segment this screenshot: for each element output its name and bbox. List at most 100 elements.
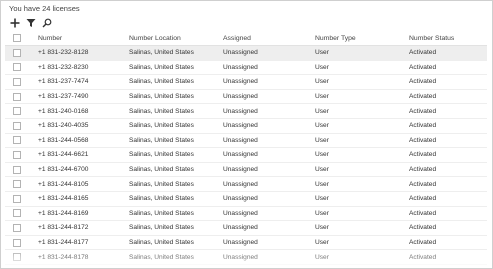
cell-assigned: Unassigned: [223, 151, 258, 159]
cell-number-type: User: [315, 107, 329, 115]
cell-location: Salinas, United States: [129, 93, 194, 101]
add-button[interactable]: [9, 17, 21, 29]
cell-number-type: User: [315, 239, 329, 247]
row-checkbox[interactable]: [13, 223, 21, 232]
row-checkbox[interactable]: [13, 209, 21, 218]
cell-number-type: User: [315, 151, 329, 159]
cell-number[interactable]: +1 831-244-8165: [38, 192, 88, 206]
cell-number-type: User: [315, 122, 329, 130]
cell-assigned: Unassigned: [223, 239, 258, 247]
cell-number[interactable]: +1 831-244-6621: [38, 148, 88, 162]
cell-location: Salinas, United States: [129, 180, 194, 188]
table-row[interactable]: +1 831-232-8230 Salinas, United States Una…: [5, 61, 487, 76]
cell-number-status: Activated: [409, 209, 437, 217]
cell-location: Salinas, United States: [129, 107, 194, 115]
cell-number-type: User: [315, 209, 329, 217]
cell-assigned: Unassigned: [223, 180, 258, 188]
table-row[interactable]: +1 831-232-8128 Salinas, United States Una…: [5, 46, 487, 61]
table-row[interactable]: +1 831-240-4035 Salinas, United States Una…: [5, 119, 487, 134]
row-checkbox[interactable]: [13, 253, 21, 262]
table-row[interactable]: +1 831-237-7490 Salinas, United States Una…: [5, 90, 487, 105]
license-panel: You have 24 licenses Number Number Locat…: [0, 0, 493, 269]
cell-number-type: User: [315, 180, 329, 188]
cell-number-type: User: [315, 78, 329, 86]
row-checkbox[interactable]: [13, 77, 21, 86]
row-checkbox[interactable]: [13, 48, 21, 57]
cell-assigned: Unassigned: [223, 224, 258, 232]
cell-number[interactable]: +1 831-240-0168: [38, 104, 88, 118]
cell-location: Salinas, United States: [129, 122, 194, 130]
cell-location: Salinas, United States: [129, 224, 194, 232]
table-row[interactable]: +1 831-244-8165 Salinas, United States Una…: [5, 192, 487, 207]
cell-assigned: Unassigned: [223, 49, 258, 57]
row-checkbox[interactable]: [13, 63, 21, 72]
header-number[interactable]: Number: [38, 31, 62, 45]
row-checkbox[interactable]: [13, 92, 21, 101]
table-row[interactable]: +1 831-237-7474 Salinas, United States Una…: [5, 75, 487, 90]
cell-assigned: Unassigned: [223, 253, 258, 261]
cell-assigned: Unassigned: [223, 136, 258, 144]
cell-number[interactable]: +1 831-244-8105: [38, 177, 88, 191]
cell-location: Salinas, United States: [129, 253, 194, 261]
cell-location: Salinas, United States: [129, 49, 194, 57]
cell-number[interactable]: +1 831-244-6700: [38, 163, 88, 177]
add-icon: [10, 18, 20, 28]
cell-assigned: Unassigned: [223, 122, 258, 130]
license-count-text: You have 24 licenses: [9, 4, 80, 13]
cell-number[interactable]: +1 831-232-8128: [38, 46, 88, 60]
cell-number-status: Activated: [409, 136, 437, 144]
row-checkbox[interactable]: [13, 165, 21, 174]
cell-number-type: User: [315, 166, 329, 174]
row-checkbox[interactable]: [13, 121, 21, 130]
table-row[interactable]: +1 831-244-6700 Salinas, United States Una…: [5, 163, 487, 178]
cell-number[interactable]: +1 831-244-8178: [38, 250, 88, 264]
cell-number[interactable]: +1 831-244-0568: [38, 134, 88, 148]
cell-location: Salinas, United States: [129, 209, 194, 217]
table-row[interactable]: +1 831-244-8172 Salinas, United States Una…: [5, 221, 487, 236]
table-row[interactable]: +1 831-244-6621 Salinas, United States Una…: [5, 148, 487, 163]
cell-location: Salinas, United States: [129, 195, 194, 203]
row-checkbox[interactable]: [13, 136, 21, 145]
table-row[interactable]: +1 831-244-8177 Salinas, United States Una…: [5, 236, 487, 251]
cell-assigned: Unassigned: [223, 93, 258, 101]
row-checkbox[interactable]: [13, 238, 21, 247]
row-checkbox[interactable]: [13, 180, 21, 189]
header-number-type[interactable]: Number Type: [315, 31, 356, 45]
cell-number-status: Activated: [409, 224, 437, 232]
table-row[interactable]: +1 831-240-0168 Salinas, United States Una…: [5, 104, 487, 119]
cell-location: Salinas, United States: [129, 78, 194, 86]
header-assigned[interactable]: Assigned: [223, 31, 251, 45]
row-checkbox[interactable]: [13, 107, 21, 116]
header-number-status[interactable]: Number Status: [409, 31, 454, 45]
cell-number[interactable]: +1 831-244-8177: [38, 236, 88, 250]
cell-location: Salinas, United States: [129, 136, 194, 144]
cell-assigned: Unassigned: [223, 78, 258, 86]
cell-number-type: User: [315, 224, 329, 232]
filter-button[interactable]: [25, 17, 37, 29]
cell-number-status: Activated: [409, 166, 437, 174]
cell-number-status: Activated: [409, 151, 437, 159]
table-row[interactable]: +1 831-244-8169 Salinas, United States Una…: [5, 207, 487, 222]
table-row[interactable]: +1 831-244-0568 Salinas, United States Una…: [5, 134, 487, 149]
table-row[interactable]: +1 831-244-8105 Salinas, United States Una…: [5, 177, 487, 192]
row-checkbox[interactable]: [13, 150, 21, 159]
cell-number-status: Activated: [409, 63, 437, 71]
cell-number[interactable]: +1 831-244-8172: [38, 221, 88, 235]
cell-location: Salinas, United States: [129, 151, 194, 159]
cell-number[interactable]: +1 831-237-7474: [38, 75, 88, 89]
cell-number[interactable]: +1 831-240-4035: [38, 119, 88, 133]
filter-icon: [26, 19, 36, 27]
cell-number-status: Activated: [409, 122, 437, 130]
cell-number[interactable]: +1 831-244-8169: [38, 207, 88, 221]
search-button[interactable]: [41, 17, 53, 29]
table-header: Number Number Location Assigned Number T…: [5, 31, 487, 46]
header-number-location[interactable]: Number Location: [129, 31, 181, 45]
cell-location: Salinas, United States: [129, 63, 194, 71]
cell-number-status: Activated: [409, 253, 437, 261]
cell-assigned: Unassigned: [223, 166, 258, 174]
select-all-checkbox[interactable]: [13, 34, 21, 42]
row-checkbox[interactable]: [13, 194, 21, 203]
cell-number[interactable]: +1 831-232-8230: [38, 61, 88, 75]
table-row[interactable]: +1 831-244-8178 Salinas, United States Una…: [5, 250, 487, 265]
cell-number[interactable]: +1 831-237-7490: [38, 90, 88, 104]
